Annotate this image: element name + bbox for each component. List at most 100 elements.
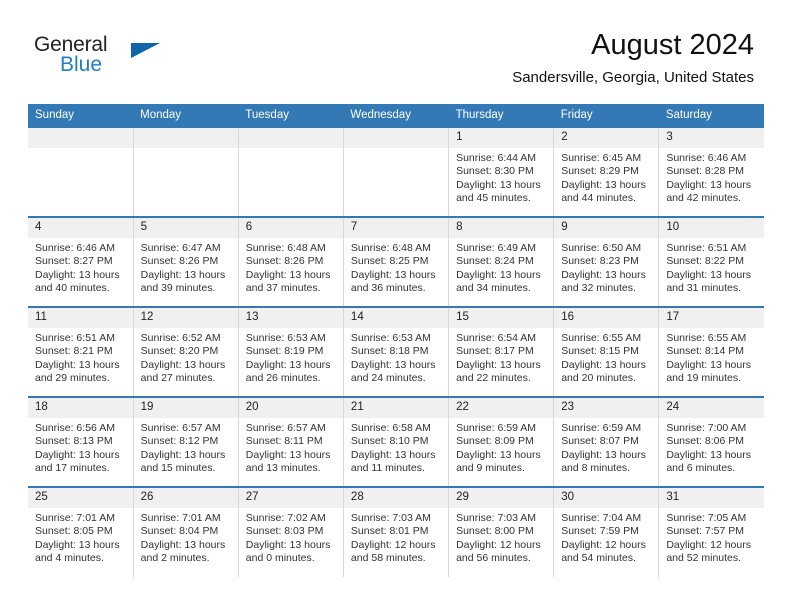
- calendar-day-cell[interactable]: 6 Sunrise: 6:48 AM Sunset: 8:26 PM Daylight…: [237, 216, 344, 307]
- sunrise-text: Sunrise: 6:57 AM: [245, 422, 326, 434]
- day-number: 21: [343, 398, 449, 418]
- calendar-page: General Blue August 2024 Sandersville, G…: [0, 0, 792, 612]
- calendar-day-cell[interactable]: 28 Sunrise: 7:03 AM Sunset: 8:01 PM Dayligh…: [342, 486, 450, 577]
- day-number: 25: [28, 488, 133, 508]
- calendar-day-cell[interactable]: 15 Sunrise: 6:54 AM Sunset: 8:17 PM Dayligh…: [448, 306, 555, 397]
- day-number: 29: [449, 488, 554, 508]
- sunrise-text: Sunrise: 6:52 AM: [140, 332, 221, 344]
- day-number: 5: [133, 218, 238, 238]
- sunrise-text: Sunrise: 6:56 AM: [35, 422, 115, 434]
- sunrise-text: Sunrise: 6:51 AM: [35, 332, 115, 344]
- calendar-day-cell[interactable]: 23 Sunrise: 6:59 AM Sunset: 8:07 PM Dayligh…: [553, 396, 660, 487]
- calendar-day-cell[interactable]: 3 Sunrise: 6:46 AM Sunset: 8:28 PM Daylight…: [658, 126, 764, 217]
- day-number: 24: [659, 398, 764, 418]
- calendar-day-cell[interactable]: 2 Sunrise: 6:45 AM Sunset: 8:29 PM Daylight…: [553, 126, 660, 217]
- day-details: Sunrise: 6:47 AM Sunset: 8:26 PM Daylight:…: [134, 238, 238, 296]
- day-number: 26: [133, 488, 238, 508]
- weekday-header-friday: Friday: [553, 104, 659, 127]
- sunset-text: Sunset: 8:06 PM: [666, 435, 744, 448]
- day-number: 18: [28, 398, 133, 418]
- calendar-day-cell[interactable]: 10 Sunrise: 6:51 AM Sunset: 8:22 PM Dayligh…: [658, 216, 764, 307]
- sunset-text: Sunset: 8:12 PM: [140, 435, 219, 448]
- calendar-day-cell[interactable]: 19 Sunrise: 6:57 AM Sunset: 8:12 PM Dayligh…: [132, 396, 239, 487]
- day-number: 3: [659, 128, 764, 148]
- calendar-day-cell[interactable]: 26 Sunrise: 7:01 AM Sunset: 8:04 PM Dayligh…: [132, 486, 239, 577]
- calendar-cell-empty: [237, 126, 344, 217]
- sunrise-text: Sunrise: 6:55 AM: [666, 332, 747, 344]
- day-details: Sunrise: 6:52 AM Sunset: 8:20 PM Daylight:…: [134, 328, 238, 386]
- daylight-text: Daylight: 13 hours and 19 minutes.: [666, 358, 751, 385]
- daylight-text: Daylight: 12 hours and 58 minutes.: [350, 538, 436, 565]
- day-number: 10: [659, 218, 764, 238]
- day-number: 17: [659, 308, 764, 328]
- sunset-text: Sunset: 8:26 PM: [245, 255, 324, 268]
- daylight-text: Daylight: 13 hours and 45 minutes.: [456, 178, 541, 205]
- calendar-day-cell[interactable]: 8 Sunrise: 6:49 AM Sunset: 8:24 PM Daylight…: [448, 216, 555, 307]
- page-subtitle: Sandersville, Georgia, United States: [512, 69, 754, 86]
- calendar-day-cell[interactable]: 31 Sunrise: 7:05 AM Sunset: 7:57 PM Dayligh…: [658, 486, 764, 577]
- calendar-day-cell[interactable]: 9 Sunrise: 6:50 AM Sunset: 8:23 PM Daylight…: [553, 216, 660, 307]
- triangle-flag-icon: [131, 43, 160, 58]
- calendar-day-cell[interactable]: 27 Sunrise: 7:02 AM Sunset: 8:03 PM Dayligh…: [237, 486, 344, 577]
- daylight-text: Daylight: 13 hours and 29 minutes.: [35, 358, 120, 385]
- calendar-day-cell[interactable]: 22 Sunrise: 6:59 AM Sunset: 8:09 PM Dayligh…: [448, 396, 555, 487]
- sunrise-text: Sunrise: 6:48 AM: [245, 242, 326, 254]
- calendar-day-cell[interactable]: 7 Sunrise: 6:48 AM Sunset: 8:25 PM Daylight…: [342, 216, 450, 307]
- sunset-text: Sunset: 8:21 PM: [35, 345, 113, 358]
- calendar-day-cell[interactable]: 13 Sunrise: 6:53 AM Sunset: 8:19 PM Dayligh…: [237, 306, 344, 397]
- sunset-text: Sunset: 8:19 PM: [245, 345, 324, 358]
- calendar-day-cell[interactable]: 11 Sunrise: 6:51 AM Sunset: 8:21 PM Dayligh…: [28, 306, 134, 397]
- daylight-text: Daylight: 13 hours and 36 minutes.: [350, 268, 436, 295]
- sunrise-text: Sunrise: 7:01 AM: [140, 512, 221, 524]
- calendar-day-cell[interactable]: 25 Sunrise: 7:01 AM Sunset: 8:05 PM Dayligh…: [28, 486, 134, 577]
- sunset-text: Sunset: 8:05 PM: [35, 525, 113, 538]
- day-number: 16: [554, 308, 659, 328]
- general-blue-logo[interactable]: General Blue: [34, 34, 194, 82]
- calendar-day-cell[interactable]: 24 Sunrise: 7:00 AM Sunset: 8:06 PM Dayligh…: [658, 396, 764, 487]
- sunset-text: Sunset: 8:26 PM: [140, 255, 219, 268]
- calendar-day-cell[interactable]: 20 Sunrise: 6:57 AM Sunset: 8:11 PM Dayligh…: [237, 396, 344, 487]
- sunrise-text: Sunrise: 6:59 AM: [456, 422, 537, 434]
- day-number: 1: [449, 128, 554, 148]
- day-details: Sunrise: 7:05 AM Sunset: 7:57 PM Daylight:…: [659, 508, 764, 566]
- day-details: Sunrise: 6:55 AM Sunset: 8:15 PM Daylight:…: [554, 328, 658, 386]
- day-details: Sunrise: 7:03 AM Sunset: 8:01 PM Daylight:…: [344, 508, 448, 566]
- day-details: Sunrise: 6:44 AM Sunset: 8:30 PM Daylight:…: [449, 148, 553, 206]
- calendar-cell-empty: [132, 126, 239, 217]
- calendar-day-cell[interactable]: 16 Sunrise: 6:55 AM Sunset: 8:15 PM Dayligh…: [553, 306, 660, 397]
- sunrise-text: Sunrise: 7:02 AM: [245, 512, 326, 524]
- calendar-day-cell[interactable]: 17 Sunrise: 6:55 AM Sunset: 8:14 PM Dayligh…: [658, 306, 764, 397]
- day-details: Sunrise: 6:45 AM Sunset: 8:29 PM Daylight:…: [554, 148, 658, 206]
- weekday-header-tuesday: Tuesday: [238, 104, 344, 127]
- calendar-body: 1 Sunrise: 6:44 AM Sunset: 8:30 PM Daylight…: [28, 126, 764, 577]
- day-number: [238, 128, 343, 148]
- calendar-day-cell[interactable]: 4 Sunrise: 6:46 AM Sunset: 8:27 PM Daylight…: [28, 216, 134, 307]
- calendar-week-row: 18 Sunrise: 6:56 AM Sunset: 8:13 PM Dayligh…: [28, 396, 764, 487]
- calendar-day-cell[interactable]: 18 Sunrise: 6:56 AM Sunset: 8:13 PM Dayligh…: [28, 396, 134, 487]
- calendar-day-cell[interactable]: 21 Sunrise: 6:58 AM Sunset: 8:10 PM Dayligh…: [342, 396, 450, 487]
- day-details: Sunrise: 6:55 AM Sunset: 8:14 PM Daylight:…: [659, 328, 764, 386]
- daylight-text: Daylight: 13 hours and 9 minutes.: [456, 448, 541, 475]
- weekday-header-thursday: Thursday: [448, 104, 554, 127]
- daylight-text: Daylight: 13 hours and 27 minutes.: [140, 358, 226, 385]
- calendar-day-cell[interactable]: 12 Sunrise: 6:52 AM Sunset: 8:20 PM Dayligh…: [132, 306, 239, 397]
- page-title: August 2024: [591, 29, 754, 61]
- day-details: Sunrise: 6:49 AM Sunset: 8:24 PM Daylight:…: [449, 238, 553, 296]
- day-number: 9: [554, 218, 659, 238]
- day-number: 4: [28, 218, 133, 238]
- sunset-text: Sunset: 8:24 PM: [456, 255, 534, 268]
- calendar-day-cell[interactable]: 29 Sunrise: 7:03 AM Sunset: 8:00 PM Dayligh…: [448, 486, 555, 577]
- calendar-week-row: 4 Sunrise: 6:46 AM Sunset: 8:27 PM Daylight…: [28, 216, 764, 307]
- sunrise-text: Sunrise: 6:44 AM: [456, 152, 537, 164]
- daylight-text: Daylight: 13 hours and 34 minutes.: [456, 268, 541, 295]
- calendar-day-cell[interactable]: 1 Sunrise: 6:44 AM Sunset: 8:30 PM Daylight…: [448, 126, 555, 217]
- day-details: Sunrise: 6:56 AM Sunset: 8:13 PM Daylight:…: [28, 418, 133, 476]
- sunrise-text: Sunrise: 6:51 AM: [666, 242, 747, 254]
- day-details: Sunrise: 7:01 AM Sunset: 8:04 PM Daylight:…: [134, 508, 238, 566]
- sunrise-text: Sunrise: 6:54 AM: [456, 332, 537, 344]
- calendar-day-cell[interactable]: 30 Sunrise: 7:04 AM Sunset: 7:59 PM Dayligh…: [553, 486, 660, 577]
- calendar-day-cell[interactable]: 14 Sunrise: 6:53 AM Sunset: 8:18 PM Dayligh…: [342, 306, 450, 397]
- calendar-day-cell[interactable]: 5 Sunrise: 6:47 AM Sunset: 8:26 PM Daylight…: [132, 216, 239, 307]
- calendar-week-row: 1 Sunrise: 6:44 AM Sunset: 8:30 PM Daylight…: [28, 126, 764, 217]
- day-number: 27: [238, 488, 343, 508]
